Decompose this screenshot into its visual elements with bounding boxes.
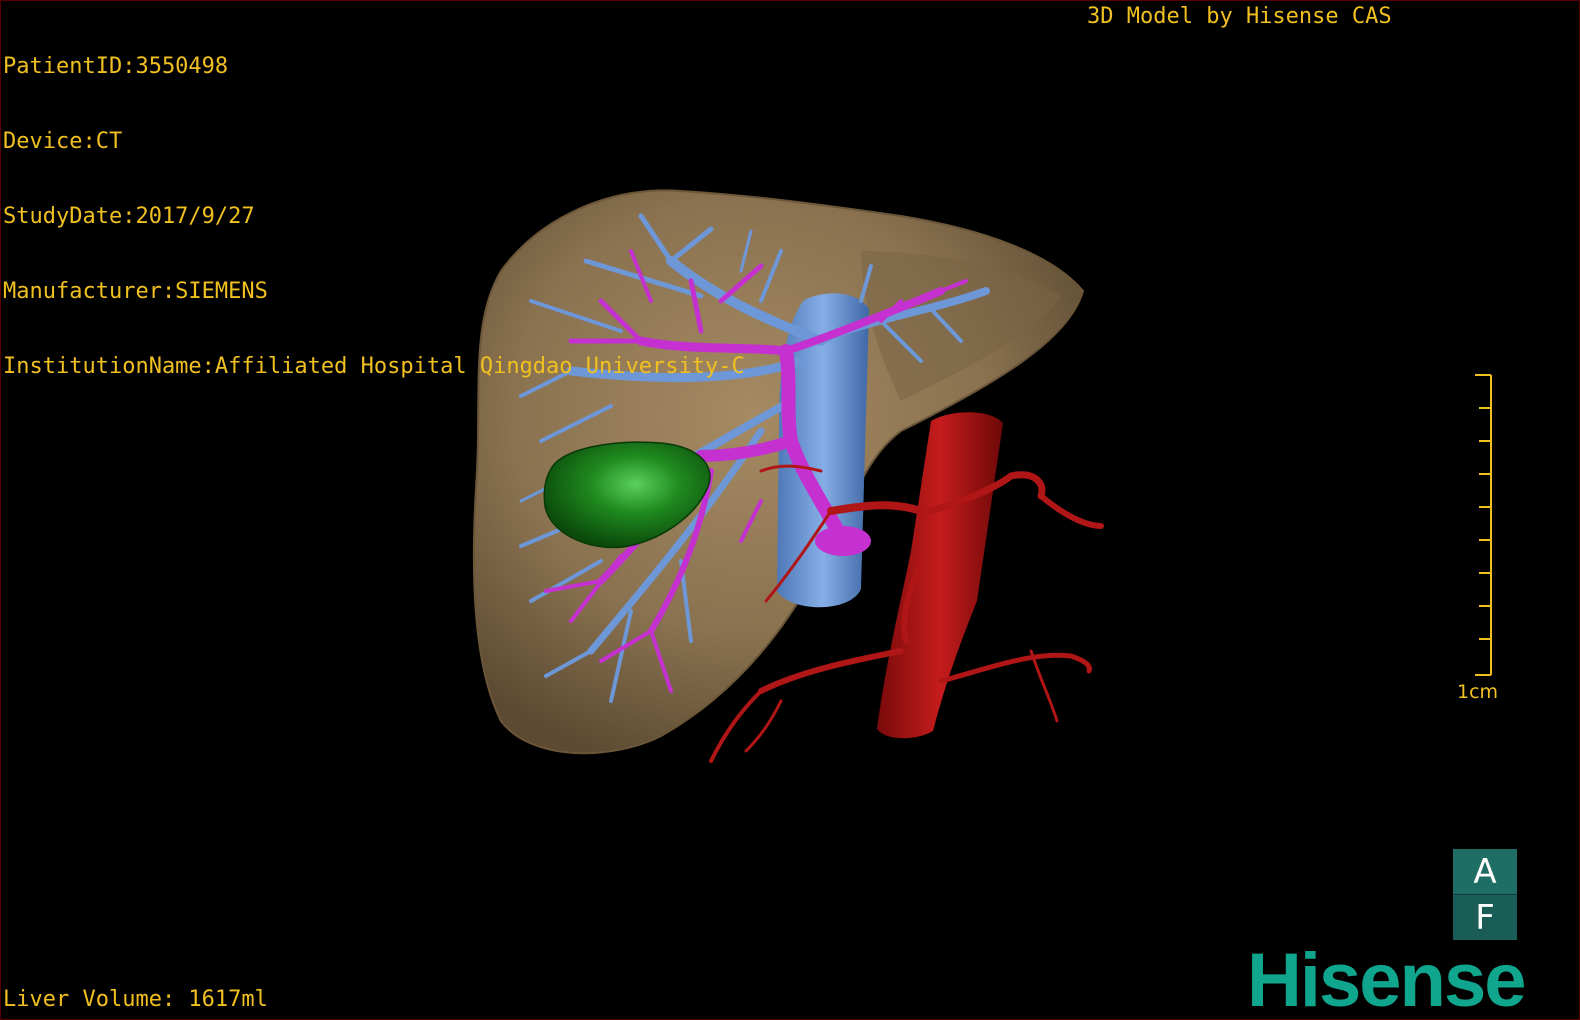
- model-credit-text: 3D Model by Hisense CAS: [1087, 4, 1392, 29]
- scale-bar-label: 1cm: [1457, 681, 1499, 703]
- study-date-text: StudyDate:2017/9/27: [3, 204, 255, 229]
- portal-vein-trunk[interactable]: [815, 526, 871, 556]
- hisense-logo: Hisense: [1247, 938, 1526, 1020]
- scale-bar-icon: [1475, 374, 1492, 676]
- device-text: Device:CT: [3, 129, 123, 154]
- orientation-face-foot[interactable]: F: [1453, 894, 1517, 940]
- liver-volume-text: Liver Volume: 1617ml: [3, 987, 268, 1012]
- manufacturer-text: Manufacturer:SIEMENS: [3, 279, 268, 304]
- orientation-cube-icon[interactable]: A F: [1453, 849, 1517, 940]
- orientation-face-anterior[interactable]: A: [1453, 849, 1517, 894]
- institution-text: InstitutionName:Affiliated Hospital Qing…: [3, 354, 745, 379]
- dicom-info-block: PatientID:3550498 Device:CT StudyDate:20…: [3, 4, 745, 429]
- patient-id-text: PatientID:3550498: [3, 54, 229, 79]
- abdominal-aorta[interactable]: [877, 412, 1003, 739]
- 3d-viewport[interactable]: PatientID:3550498 Device:CT StudyDate:20…: [0, 0, 1580, 1020]
